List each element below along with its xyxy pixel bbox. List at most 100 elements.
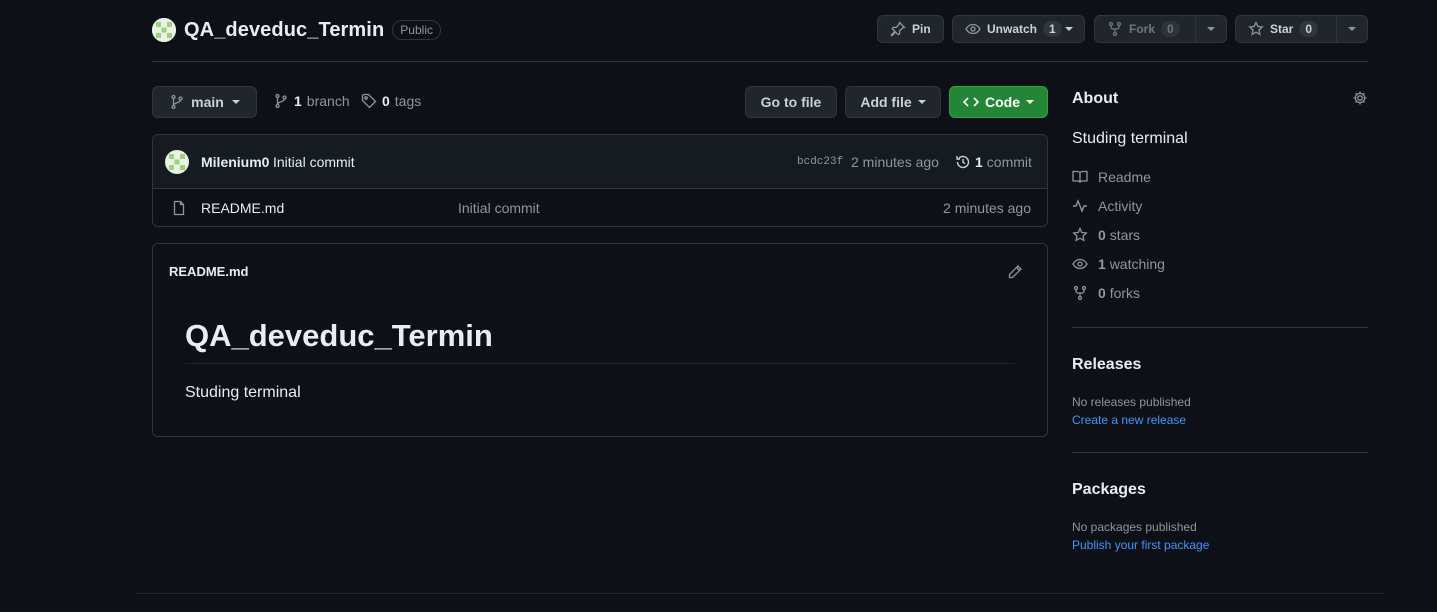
chevron-down-icon xyxy=(1064,27,1073,31)
about-title: About xyxy=(1072,90,1119,107)
owner-avatar[interactable] xyxy=(152,18,176,42)
readme-filename[interactable]: README.md xyxy=(169,264,248,279)
chevron-down-icon xyxy=(1347,27,1356,31)
commit-time: 2 minutes ago xyxy=(851,154,939,170)
add-file-label: Add file xyxy=(860,94,912,110)
fork-button-group: Fork 0 xyxy=(1094,15,1227,43)
branch-icon xyxy=(169,94,185,110)
stars-link[interactable]: 0 stars xyxy=(1072,227,1140,243)
pulse-icon xyxy=(1072,198,1088,214)
branch-name: main xyxy=(191,94,224,110)
file-name[interactable]: README.md xyxy=(201,200,284,216)
tag-word: tags xyxy=(394,93,422,109)
branch-count: 1 xyxy=(294,93,302,109)
file-list: Milenium0 Initial commit bcdc23f 2 minut… xyxy=(152,134,1048,227)
sidebar-divider xyxy=(1072,452,1368,453)
releases-empty-text: No releases published xyxy=(1072,395,1191,409)
pin-label: Pin xyxy=(912,22,931,36)
forks-word: forks xyxy=(1109,285,1141,301)
commit-sha[interactable]: bcdc23f xyxy=(797,156,843,168)
readme-panel: README.md QA_deveduc_Termin Studing term… xyxy=(152,243,1048,437)
commit-author-avatar[interactable] xyxy=(165,150,189,174)
packages-title[interactable]: Packages xyxy=(1072,481,1146,499)
heading-divider xyxy=(185,363,1015,364)
watching-link[interactable]: 1 watching xyxy=(1072,256,1165,272)
gear-icon[interactable] xyxy=(1352,90,1368,106)
file-icon xyxy=(171,200,187,216)
pin-icon xyxy=(890,21,906,37)
activity-link[interactable]: Activity xyxy=(1072,198,1142,214)
edit-pencil-icon[interactable] xyxy=(1007,264,1023,280)
watching-word: watching xyxy=(1109,256,1165,272)
code-button[interactable]: Code xyxy=(949,86,1048,118)
commit-message[interactable]: Initial commit xyxy=(273,154,355,170)
visibility-badge: Public xyxy=(392,20,441,40)
tag-count: 0 xyxy=(382,93,390,109)
book-icon xyxy=(1072,169,1088,185)
go-to-file-button[interactable]: Go to file xyxy=(745,86,837,118)
commit-count: 1 xyxy=(975,154,983,170)
star-button-group: Star 0 xyxy=(1235,15,1368,43)
activity-label: Activity xyxy=(1098,198,1143,214)
releases-title[interactable]: Releases xyxy=(1072,356,1141,374)
eye-icon xyxy=(965,21,981,37)
packages-empty-text: No packages published xyxy=(1072,520,1197,534)
stars-word: stars xyxy=(1109,227,1141,243)
fork-count: 0 xyxy=(1161,21,1180,37)
fork-label: Fork xyxy=(1129,22,1156,36)
code-icon xyxy=(963,94,979,110)
commit-history-link[interactable]: 1 commit xyxy=(955,154,1032,170)
star-count: 0 xyxy=(1299,21,1319,37)
star-label: Star xyxy=(1270,22,1294,36)
go-to-file-label: Go to file xyxy=(760,94,822,110)
file-commit-message[interactable]: Initial commit xyxy=(458,200,540,216)
readme-link-label: Readme xyxy=(1098,169,1151,185)
star-icon xyxy=(1072,227,1088,243)
star-dropdown[interactable] xyxy=(1335,16,1367,42)
history-icon xyxy=(955,154,971,170)
branch-selector[interactable]: main xyxy=(152,86,257,118)
unwatch-label: Unwatch xyxy=(987,22,1038,36)
latest-commit-row: Milenium0 Initial commit bcdc23f 2 minut… xyxy=(153,135,1047,189)
tags-link[interactable]: 0 tags xyxy=(361,93,421,109)
sidebar-divider xyxy=(1072,327,1368,328)
tag-icon xyxy=(361,93,377,109)
chevron-down-icon xyxy=(231,100,240,104)
branch-icon xyxy=(273,93,289,109)
stars-count: 0 xyxy=(1098,227,1106,243)
code-label: Code xyxy=(985,94,1020,110)
about-description: Studing terminal xyxy=(1072,130,1188,147)
chevron-down-icon xyxy=(917,100,926,104)
footer-divider xyxy=(136,593,1384,594)
commit-author[interactable]: Milenium0 xyxy=(201,154,269,170)
readme-heading: QA_deveduc_Termin xyxy=(185,318,493,353)
readme-body: Studing terminal xyxy=(185,384,301,401)
branch-word: branch xyxy=(306,93,350,109)
star-icon xyxy=(1248,21,1264,37)
file-commit-time: 2 minutes ago xyxy=(943,200,1031,216)
add-file-button[interactable]: Add file xyxy=(845,86,941,118)
repo-header: QA_deveduc_Termin Public Pin Unwatch 1 F… xyxy=(152,0,1368,62)
branches-link[interactable]: 1 branch xyxy=(273,93,350,109)
fork-icon xyxy=(1107,21,1123,37)
repo-title: QA_deveduc_Termin Public xyxy=(152,18,441,42)
repo-name[interactable]: QA_deveduc_Termin xyxy=(184,19,384,42)
publish-package-link[interactable]: Publish your first package xyxy=(1072,538,1209,552)
pin-button[interactable]: Pin xyxy=(877,15,944,43)
commit-word: commit xyxy=(986,154,1032,170)
watch-dropdown[interactable] xyxy=(1053,16,1084,42)
fork-icon xyxy=(1072,285,1088,301)
fork-dropdown[interactable] xyxy=(1194,16,1226,42)
star-button[interactable]: Star 0 xyxy=(1236,16,1336,42)
file-row[interactable]: README.md Initial commit 2 minutes ago xyxy=(153,189,1047,226)
unwatch-button[interactable]: Unwatch 1 xyxy=(953,16,1062,42)
chevron-down-icon xyxy=(1206,27,1215,31)
watching-count: 1 xyxy=(1098,256,1106,272)
fork-button[interactable]: Fork 0 xyxy=(1095,16,1195,42)
forks-count: 0 xyxy=(1098,285,1106,301)
forks-link[interactable]: 0 forks xyxy=(1072,285,1140,301)
create-release-link[interactable]: Create a new release xyxy=(1072,413,1186,427)
chevron-down-icon xyxy=(1026,100,1034,104)
readme-link[interactable]: Readme xyxy=(1072,169,1151,185)
watch-button-group: Unwatch 1 xyxy=(952,15,1085,43)
